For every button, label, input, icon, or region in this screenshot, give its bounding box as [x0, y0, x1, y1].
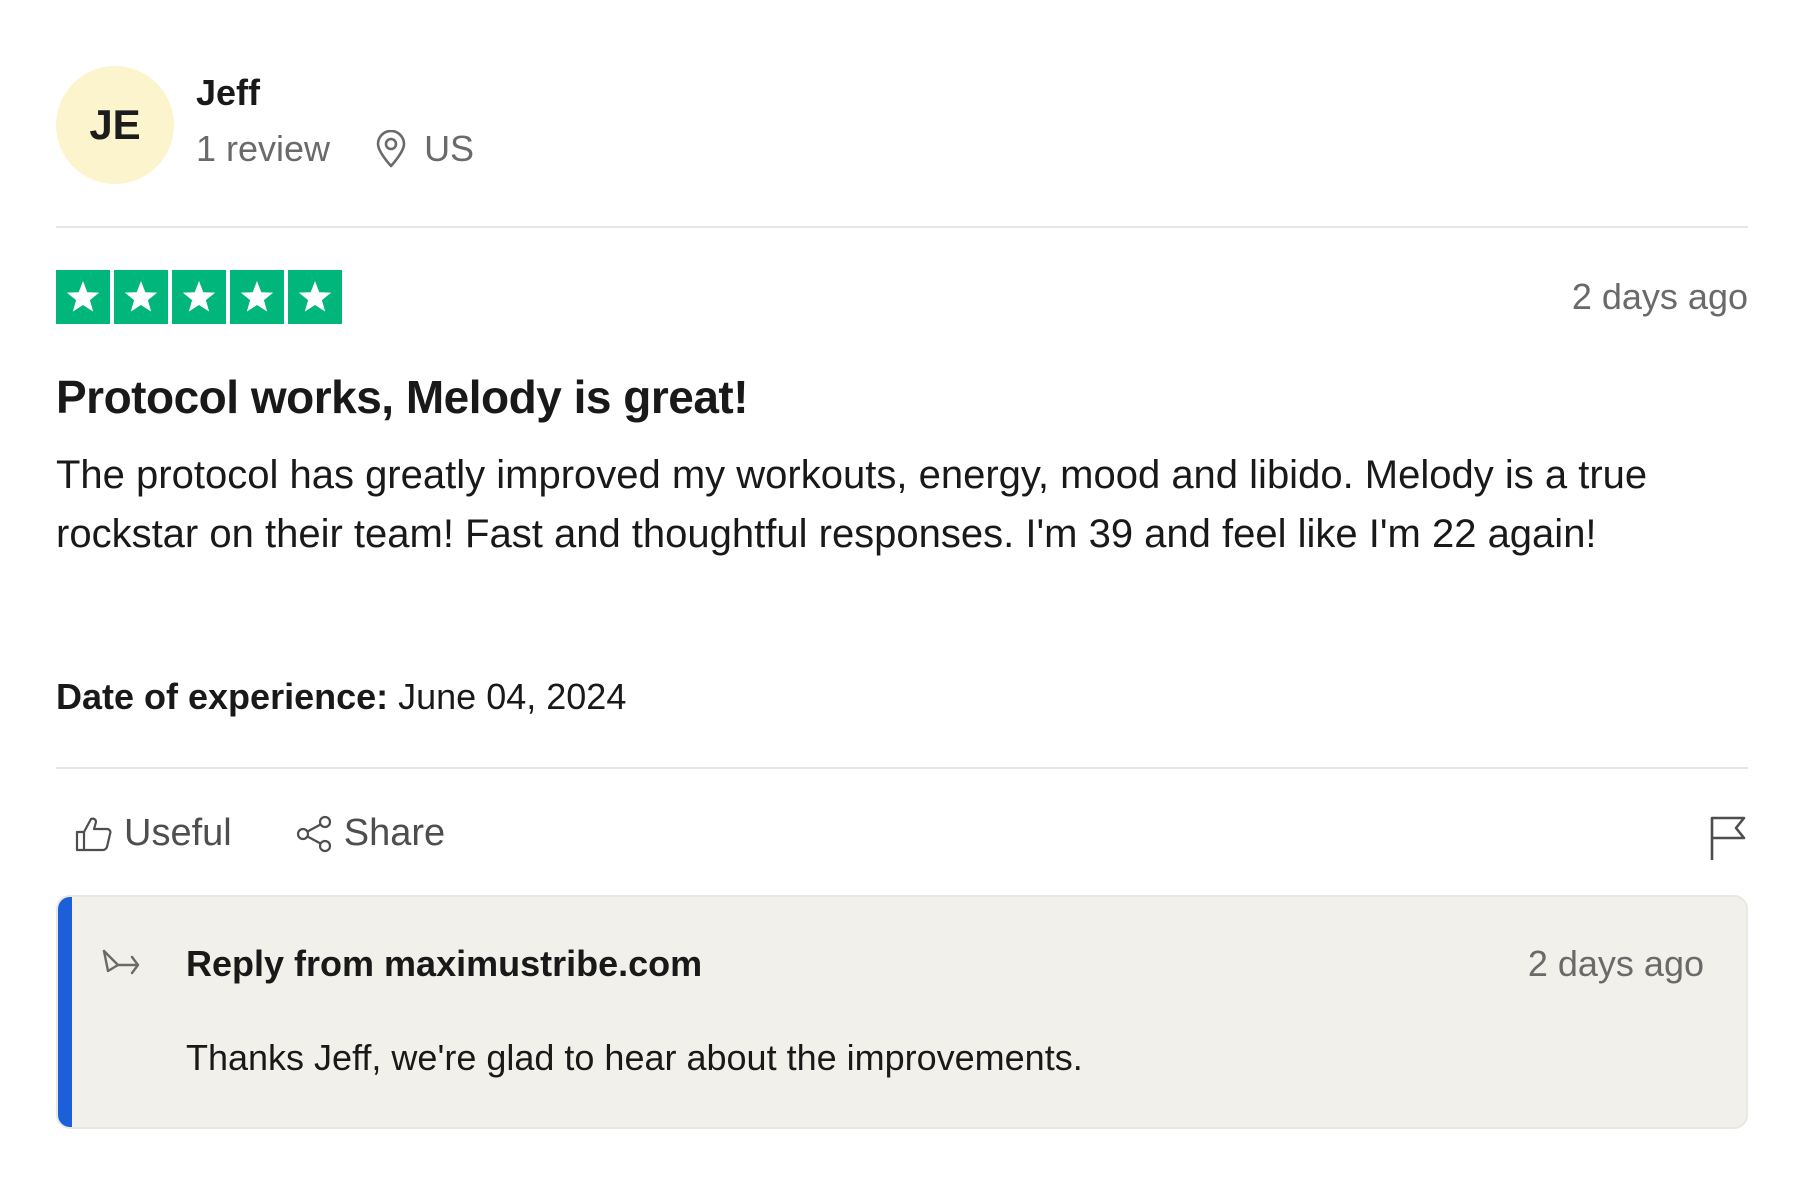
reviewer-name[interactable]: Jeff [196, 72, 260, 114]
reply-arrow-icon [102, 949, 140, 975]
reviewer-info[interactable]: JE Jeff 1 review US [56, 66, 956, 184]
avatar[interactable]: JE [56, 66, 174, 184]
thumbs-up-icon [75, 817, 112, 851]
reply-text: Thanks Jeff, we're glad to hear about th… [186, 1037, 1083, 1078]
reviewer-meta: 1 review US [196, 128, 474, 170]
date-of-experience: Date of experience: June 04, 2024 [56, 676, 626, 718]
star-icon [288, 270, 342, 324]
reply-title: Reply from maximustribe.com [186, 943, 703, 984]
star-icon [172, 270, 226, 324]
experience-label: Date of experience: [56, 676, 389, 717]
divider [56, 226, 1748, 228]
experience-date: June 04, 2024 [398, 676, 627, 717]
review-body: The protocol has greatly improved my wor… [56, 453, 1648, 556]
star-icon [230, 270, 284, 324]
share-button[interactable]: Share [294, 812, 445, 855]
star-rating [56, 270, 342, 324]
review-actions: Useful Share [74, 812, 445, 855]
useful-button[interactable]: Useful [74, 812, 232, 855]
star-icon [56, 270, 110, 324]
reply-date: 2 days ago [1527, 943, 1704, 984]
star-icon [114, 270, 168, 324]
review-title[interactable]: Protocol works, Melody is great! [56, 370, 749, 424]
reviewer-country: US [424, 128, 475, 169]
map-pin-icon [376, 130, 406, 168]
company-reply: Reply from maximustribe.com 2 days ago T… [56, 895, 1748, 1129]
review-card: JE Jeff 1 review US 2 days ago Protocol … [56, 0, 1748, 1182]
share-icon [296, 815, 331, 852]
reply-accent-bar [58, 897, 72, 1127]
review-count: 1 review [196, 128, 331, 169]
divider [56, 767, 1748, 769]
useful-label: Useful [124, 812, 232, 854]
share-label: Share [343, 812, 446, 854]
flag-icon[interactable] [1708, 814, 1748, 862]
review-date: 2 days ago [1571, 276, 1748, 317]
